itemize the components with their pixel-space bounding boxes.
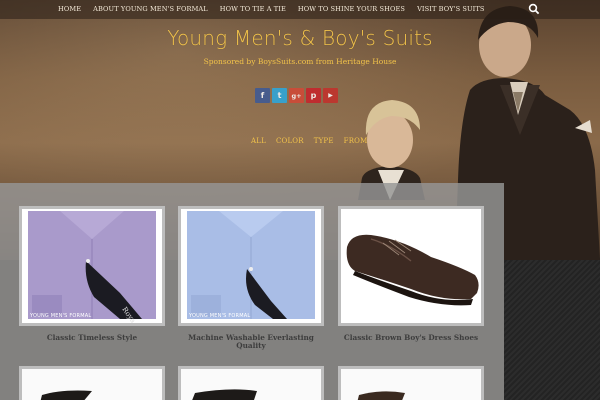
product-card[interactable]: Roya YOUNG MEN'S FORMAL	[19, 206, 165, 326]
filter-color[interactable]: COLOR	[276, 137, 304, 145]
product-card[interactable]	[19, 366, 165, 400]
nav-shine-link[interactable]: HOW TO SHINE YOUR SHOES	[298, 0, 405, 19]
product-card[interactable]: YOUNG MEN'S FORMAL	[338, 206, 484, 326]
site-tagline: Sponsored by BoysSuits.com from Heritage…	[203, 57, 397, 66]
twitter-icon[interactable]: t	[272, 88, 287, 103]
product-caption[interactable]: Machine Washable Everlasting Quality	[176, 334, 326, 350]
social-links: f t g+ p ▶	[255, 88, 338, 103]
nav-about-link[interactable]: ABOUT YOUNG MEN'S FORMAL	[93, 0, 208, 19]
nav-home-link[interactable]: HOME	[58, 0, 81, 19]
shoe-image	[22, 369, 162, 400]
product-card[interactable]	[178, 366, 324, 400]
product-grid: Roya YOUNG MEN'S FORMAL Classic Timeless…	[0, 183, 504, 400]
side-panel	[504, 258, 600, 400]
filter-type[interactable]: TYPE	[314, 137, 334, 145]
brown-shoe-image	[341, 209, 481, 323]
filter-all[interactable]: ALL	[251, 137, 266, 145]
lavender-shirt-image: Roya	[22, 209, 162, 323]
nav-tie-link[interactable]: HOW TO TIE A TIE	[220, 0, 286, 19]
product-caption[interactable]: Classic Timeless Style	[17, 334, 167, 342]
top-navigation: HOME ABOUT YOUNG MEN'S FORMAL HOW TO TIE…	[0, 0, 600, 19]
pinterest-icon[interactable]: p	[306, 88, 321, 103]
shoe-image	[181, 369, 321, 400]
google-plus-icon[interactable]: g+	[289, 88, 304, 103]
nav-links: HOME ABOUT YOUNG MEN'S FORMAL HOW TO TIE…	[58, 0, 497, 19]
product-card[interactable]	[338, 366, 484, 400]
youtube-icon[interactable]: ▶	[323, 88, 338, 103]
portfolio-filters: ALL COLOR TYPE FROM	[251, 137, 367, 145]
product-card[interactable]: YOUNG MEN'S FORMAL	[178, 206, 324, 326]
site-title[interactable]: Young Men's & Boy's Suits	[0, 26, 600, 50]
image-watermark: YOUNG MEN'S FORMAL	[189, 313, 251, 319]
filter-from[interactable]: FROM	[344, 137, 368, 145]
facebook-icon[interactable]: f	[255, 88, 270, 103]
search-icon[interactable]	[528, 3, 540, 15]
product-caption[interactable]: Classic Brown Boy's Dress Shoes	[336, 334, 486, 342]
nav-visit-link[interactable]: VISIT BOY'S SUITS	[417, 0, 484, 19]
shoe-image	[341, 369, 481, 400]
blue-shirt-image	[181, 209, 321, 323]
image-watermark: YOUNG MEN'S FORMAL	[30, 313, 92, 319]
image-watermark: YOUNG MEN'S FORMAL	[349, 313, 411, 319]
